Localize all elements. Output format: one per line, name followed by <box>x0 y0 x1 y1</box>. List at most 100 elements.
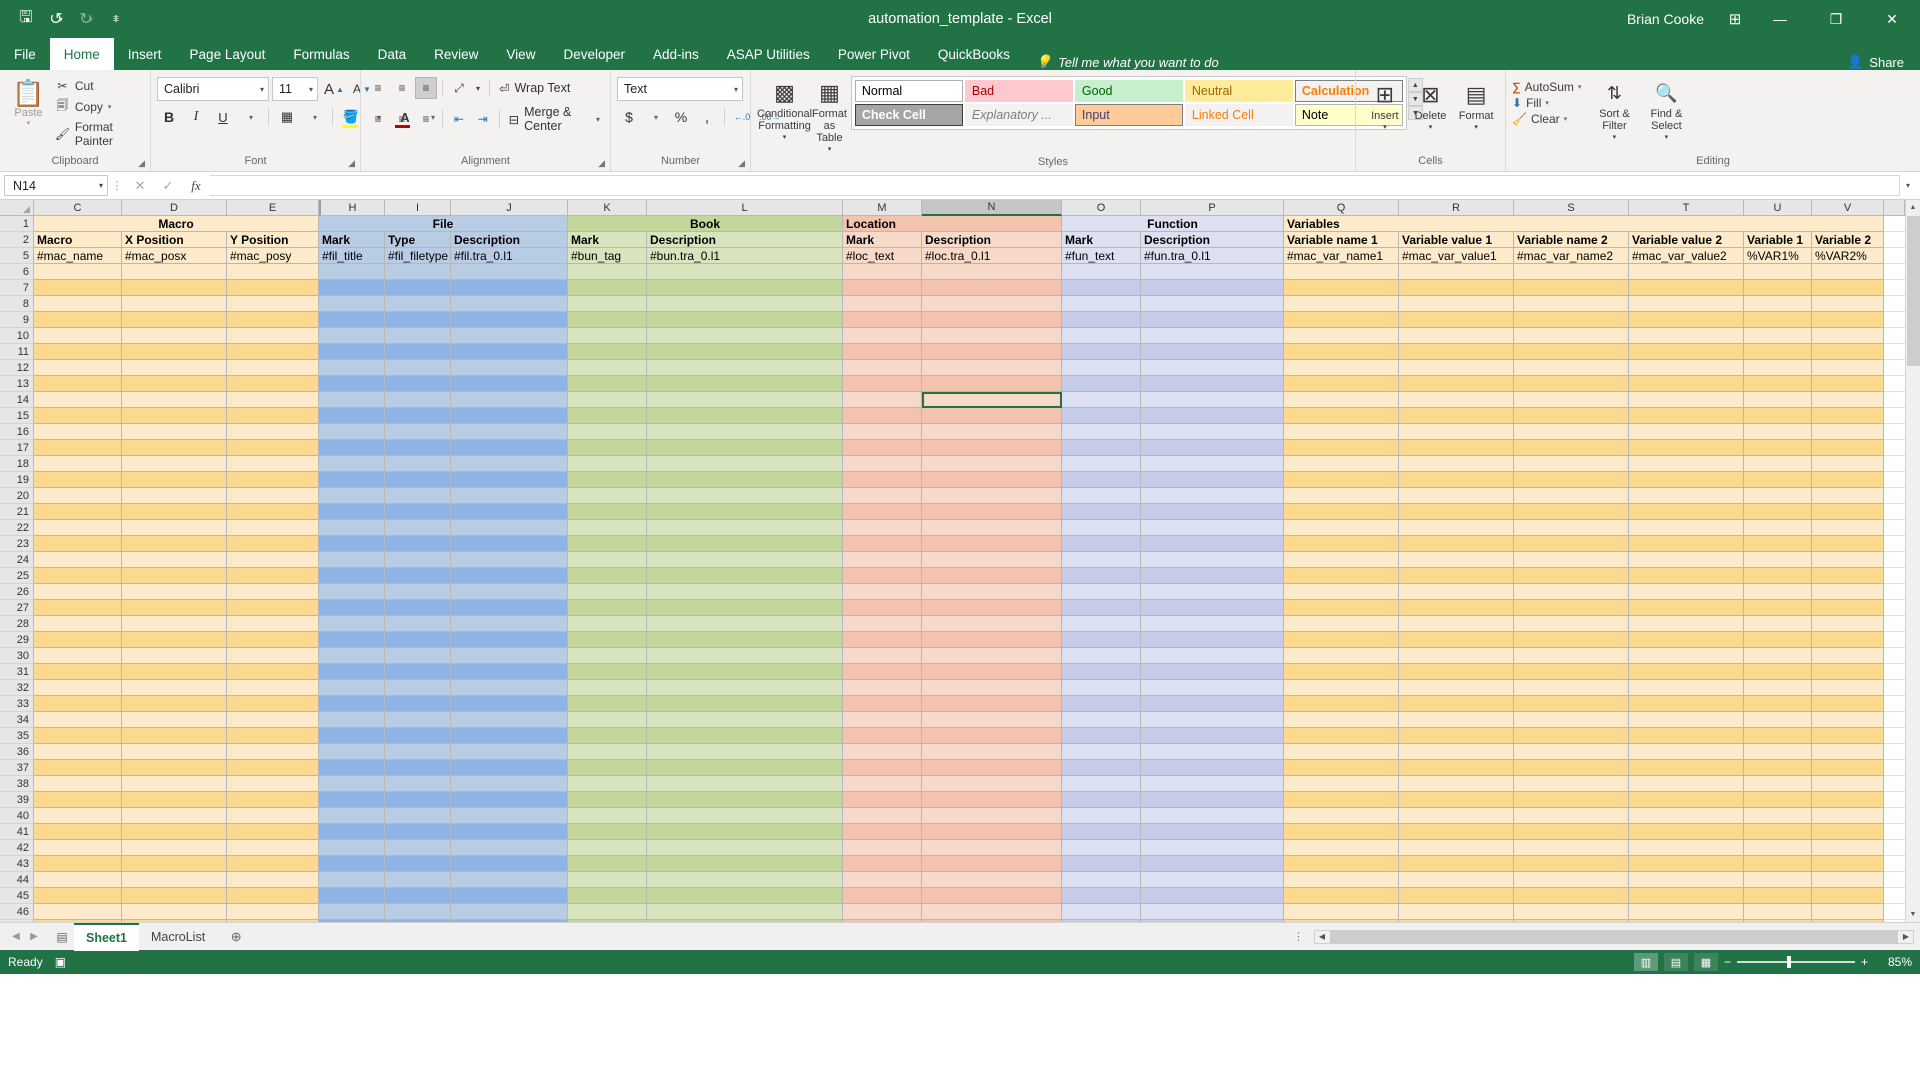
cell-C45[interactable] <box>34 888 122 904</box>
cell-S30[interactable] <box>1514 648 1629 664</box>
cell-V47[interactable] <box>1812 920 1884 922</box>
data-cell-L5[interactable]: #bun.tra_0.l1 <box>647 248 843 264</box>
row-header-42[interactable]: 42 <box>0 840 34 856</box>
column-label-L[interactable]: Description <box>647 232 843 248</box>
cell-V14[interactable] <box>1812 392 1884 408</box>
column-label-U[interactable]: Variable 1 <box>1744 232 1812 248</box>
share-button[interactable]: 👤 Share <box>1847 54 1920 70</box>
cell-J8[interactable] <box>451 296 568 312</box>
cell-T43[interactable] <box>1629 856 1744 872</box>
minimize-button[interactable]: — <box>1752 0 1808 38</box>
cell-M29[interactable] <box>843 632 922 648</box>
data-cell-J5[interactable]: #fil.tra_0.l1 <box>451 248 568 264</box>
cell-H33[interactable] <box>319 696 385 712</box>
cell-U22[interactable] <box>1744 520 1812 536</box>
column-label-S[interactable]: Variable name 2 <box>1514 232 1629 248</box>
cell-R32[interactable] <box>1399 680 1514 696</box>
cell-P46[interactable] <box>1141 904 1284 920</box>
cell-K38[interactable] <box>568 776 647 792</box>
cell-Q8[interactable] <box>1284 296 1399 312</box>
cell-P43[interactable] <box>1141 856 1284 872</box>
data-cell-M5[interactable]: #loc_text <box>843 248 922 264</box>
cell-O30[interactable] <box>1062 648 1141 664</box>
cell-P34[interactable] <box>1141 712 1284 728</box>
cell-D7[interactable] <box>122 280 227 296</box>
cell-T19[interactable] <box>1629 472 1744 488</box>
row-header-21[interactable]: 21 <box>0 504 34 520</box>
cell-C32[interactable] <box>34 680 122 696</box>
cell-R33[interactable] <box>1399 696 1514 712</box>
cell-C14[interactable] <box>34 392 122 408</box>
cell-J44[interactable] <box>451 872 568 888</box>
cell-U21[interactable] <box>1744 504 1812 520</box>
cell-L26[interactable] <box>647 584 843 600</box>
cell-V42[interactable] <box>1812 840 1884 856</box>
tab-data[interactable]: Data <box>364 38 421 70</box>
cell-E37[interactable] <box>227 760 319 776</box>
cell-R18[interactable] <box>1399 456 1514 472</box>
cell-M10[interactable] <box>843 328 922 344</box>
cell-O23[interactable] <box>1062 536 1141 552</box>
row-header-34[interactable]: 34 <box>0 712 34 728</box>
group-header-location[interactable]: Location <box>843 216 1062 232</box>
cell-V38[interactable] <box>1812 776 1884 792</box>
cell-U47[interactable] <box>1744 920 1812 922</box>
cell-style-bad[interactable]: Bad <box>964 80 1073 102</box>
cell-V13[interactable] <box>1812 376 1884 392</box>
cell-I39[interactable] <box>385 792 451 808</box>
row-header-11[interactable]: 11 <box>0 344 34 360</box>
cell-Q38[interactable] <box>1284 776 1399 792</box>
cell-R31[interactable] <box>1399 664 1514 680</box>
font-family-combo[interactable]: Calibri ▾ <box>157 77 269 101</box>
cell-V44[interactable] <box>1812 872 1884 888</box>
cell-O26[interactable] <box>1062 584 1141 600</box>
cell-J41[interactable] <box>451 824 568 840</box>
cell-C24[interactable] <box>34 552 122 568</box>
cell-M8[interactable] <box>843 296 922 312</box>
cell-S40[interactable] <box>1514 808 1629 824</box>
cell-H28[interactable] <box>319 616 385 632</box>
cell-L44[interactable] <box>647 872 843 888</box>
cell-R15[interactable] <box>1399 408 1514 424</box>
cell-K6[interactable] <box>568 264 647 280</box>
tab-page-layout[interactable]: Page Layout <box>176 38 280 70</box>
format-cells-button[interactable]: ▤ Format ▾ <box>1453 78 1499 134</box>
cell-J25[interactable] <box>451 568 568 584</box>
row-header-17[interactable]: 17 <box>0 440 34 456</box>
cell-T30[interactable] <box>1629 648 1744 664</box>
cell-J46[interactable] <box>451 904 568 920</box>
column-header-O[interactable]: O <box>1062 200 1141 216</box>
cell-L16[interactable] <box>647 424 843 440</box>
cell-S34[interactable] <box>1514 712 1629 728</box>
cell-K34[interactable] <box>568 712 647 728</box>
row-header-9[interactable]: 9 <box>0 312 34 328</box>
cell-K22[interactable] <box>568 520 647 536</box>
formula-input[interactable] <box>210 175 1900 196</box>
cell-C10[interactable] <box>34 328 122 344</box>
cell-N13[interactable] <box>922 376 1062 392</box>
column-label-T[interactable]: Variable value 2 <box>1629 232 1744 248</box>
cell-J17[interactable] <box>451 440 568 456</box>
group-header-function[interactable]: Function <box>1062 216 1284 232</box>
cell-N19[interactable] <box>922 472 1062 488</box>
cell-I37[interactable] <box>385 760 451 776</box>
cell-D8[interactable] <box>122 296 227 312</box>
cell-I47[interactable] <box>385 920 451 922</box>
cell-L17[interactable] <box>647 440 843 456</box>
cell-style-input[interactable]: Input <box>1074 104 1183 126</box>
cell-I31[interactable] <box>385 664 451 680</box>
cell-I12[interactable] <box>385 360 451 376</box>
middle-align-icon[interactable]: ≡ <box>391 77 413 99</box>
cell-I18[interactable] <box>385 456 451 472</box>
column-label-M[interactable]: Mark <box>843 232 922 248</box>
italic-button[interactable]: I <box>184 105 208 129</box>
borders-dropdown[interactable]: ▾ <box>302 105 326 129</box>
cell-K23[interactable] <box>568 536 647 552</box>
cell-N39[interactable] <box>922 792 1062 808</box>
cell-K25[interactable] <box>568 568 647 584</box>
cell-R35[interactable] <box>1399 728 1514 744</box>
cell-P29[interactable] <box>1141 632 1284 648</box>
cell-M32[interactable] <box>843 680 922 696</box>
cell-R39[interactable] <box>1399 792 1514 808</box>
cell-M39[interactable] <box>843 792 922 808</box>
